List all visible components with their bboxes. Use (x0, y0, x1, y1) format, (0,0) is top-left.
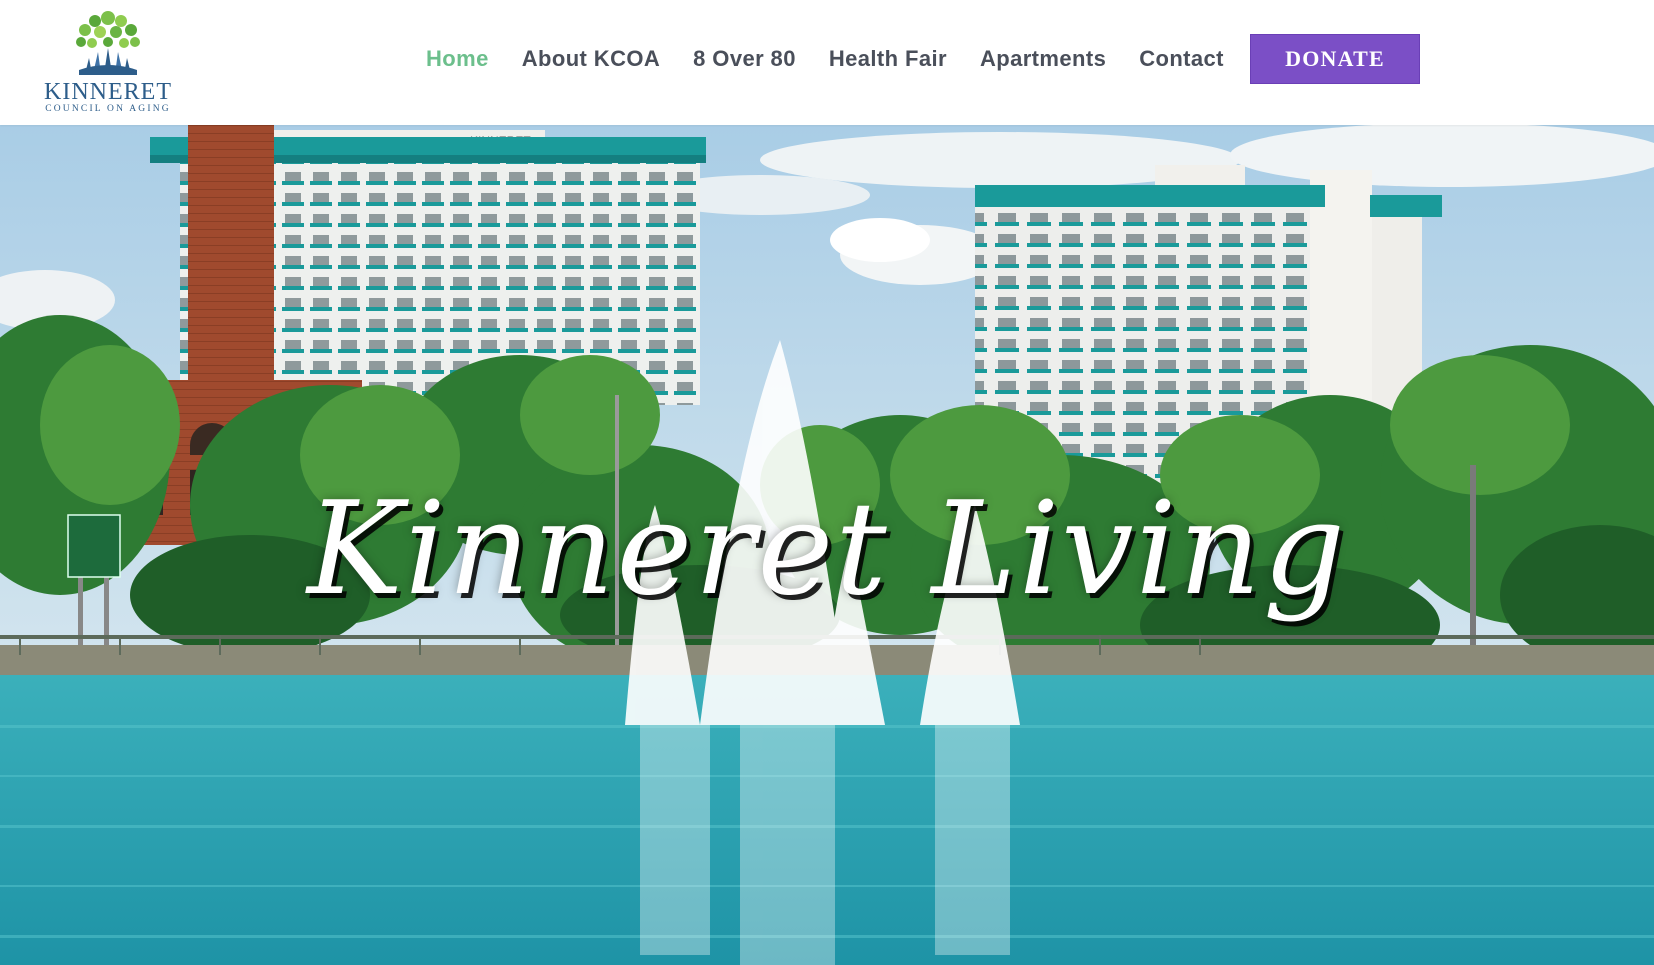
main-nav: Home About KCOA 8 Over 80 Health Fair Ap… (426, 42, 1257, 76)
nav-health-fair[interactable]: Health Fair (829, 46, 947, 72)
nav-8-over-80[interactable]: 8 Over 80 (693, 46, 796, 72)
hero-title: Kinneret Living (307, 475, 1347, 624)
nav-apartments[interactable]: Apartments (980, 46, 1106, 72)
logo-name: KINNERET (44, 79, 172, 105)
site-logo[interactable]: KINNERET COUNCIL ON AGING (33, 8, 183, 118)
nav-contact[interactable]: Contact (1139, 46, 1224, 72)
tree-logo-icon (76, 11, 140, 75)
nav-home[interactable]: Home (426, 46, 489, 72)
nav-about-kcoa[interactable]: About KCOA (522, 46, 660, 72)
hero-banner: KINNERET (0, 125, 1654, 965)
donate-button[interactable]: DONATE (1250, 34, 1420, 84)
logo-subtitle: COUNCIL ON AGING (45, 104, 171, 114)
site-header: KINNERET COUNCIL ON AGING Home About KCO… (0, 0, 1654, 125)
